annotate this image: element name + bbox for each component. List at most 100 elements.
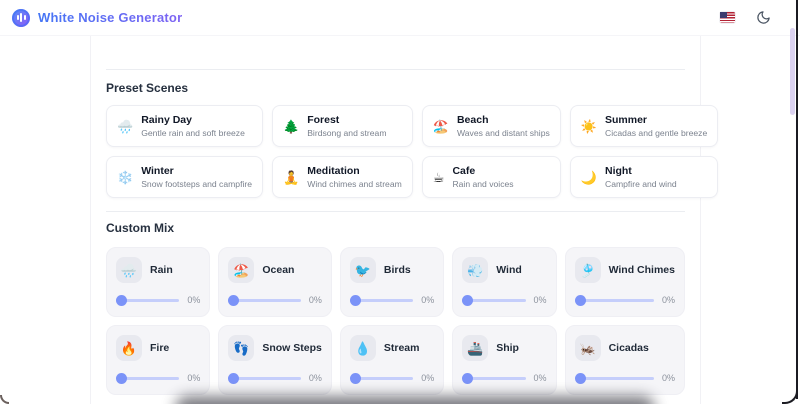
preset-name: Summer [605,113,707,127]
wind-volume-slider[interactable] [462,294,525,306]
sound-name: Wind [496,264,522,276]
preset-description: Snow footsteps and campfire [141,179,252,190]
preset-name: Meditation [307,164,402,178]
sound-name: Cicadas [609,342,649,354]
sound-name: Fire [150,342,169,354]
slider-thumb[interactable] [462,295,473,306]
preset-name: Winter [141,164,252,178]
custom-mix-title: Custom Mix [106,221,685,235]
preset-description: Gentle rain and soft breeze [141,128,245,139]
slider-track[interactable] [228,377,301,380]
slider-thumb[interactable] [116,295,127,306]
cicadas-volume-slider[interactable] [575,372,654,384]
volume-value: 0% [309,295,322,305]
preset-description: Cicadas and gentle breeze [605,128,707,139]
window-right-edge [796,0,798,399]
ocean-icon: 🏖️ [228,257,254,283]
sound-name: Stream [384,342,420,354]
sound-card-rain: 🌧️ Rain 0% [106,247,210,317]
sun-icon: ☀️ [581,120,597,133]
rain-cloud-icon: 🌧️ [117,120,133,133]
sound-name: Ocean [262,264,294,276]
sound-card-wind: 💨 Wind 0% [452,247,556,317]
preset-card-meditation[interactable]: 🧘 Meditation Wind chimes and stream [272,156,413,198]
preset-grid: 🌧️ Rainy Day Gentle rain and soft breeze… [106,105,685,198]
preset-card-summer[interactable]: ☀️ Summer Cicadas and gentle breeze [570,105,718,147]
preset-name: Night [605,164,677,178]
preset-card-winter[interactable]: ❄️ Winter Snow footsteps and campfire [106,156,263,198]
moon-icon [756,10,771,25]
volume-value: 0% [662,295,675,305]
preset-card-beach[interactable]: 🏖️ Beach Waves and distant ships [422,105,561,147]
sound-name: Wind Chimes [609,264,675,276]
preset-card-rainy-day[interactable]: 🌧️ Rainy Day Gentle rain and soft breeze [106,105,263,147]
app-logo-icon [12,9,30,27]
sound-card-ocean: 🏖️ Ocean 0% [218,247,332,317]
preset-scenes-section: Preset Scenes 🌧️ Rainy Day Gentle rain a… [106,69,685,198]
wind-icon: 💨 [462,257,488,283]
slider-thumb[interactable] [228,295,239,306]
sound-card-fire: 🔥 Fire 0% [106,325,210,395]
preset-name: Rainy Day [141,113,245,127]
preset-name: Cafe [452,164,513,178]
player-bar-shadow [175,396,655,404]
preset-description: Wind chimes and stream [307,179,402,190]
rain-volume-slider[interactable] [116,294,179,306]
sound-name: Ship [496,342,519,354]
sound-card-wind-chimes: 🎐 Wind Chimes 0% [565,247,685,317]
preset-card-forest[interactable]: 🌲 Forest Birdsong and stream [272,105,413,147]
window-corner-bottom-right [782,388,798,404]
snowflake-icon: ❄️ [117,171,133,184]
slider-thumb[interactable] [575,373,586,384]
slider-track[interactable] [575,299,654,302]
volume-value: 0% [534,373,547,383]
droplet-icon: 💧 [350,335,376,361]
preset-scenes-title: Preset Scenes [106,81,685,95]
volume-value: 0% [534,295,547,305]
sound-card-ship: 🚢 Ship 0% [452,325,556,395]
snow-steps-volume-slider[interactable] [228,372,301,384]
sound-card-cicadas: 🦗 Cicadas 0% [565,325,685,395]
ship-volume-slider[interactable] [462,372,525,384]
birds-volume-slider[interactable] [350,294,413,306]
preset-name: Beach [457,113,550,127]
sound-card-birds: 🐦 Birds 0% [340,247,444,317]
wind-chimes-volume-slider[interactable] [575,294,654,306]
ocean-volume-slider[interactable] [228,294,301,306]
slider-thumb[interactable] [462,373,473,384]
meditation-icon: 🧘 [283,171,299,184]
slider-track[interactable] [575,377,654,380]
bird-icon: 🐦 [350,257,376,283]
preset-card-night[interactable]: 🌙 Night Campfire and wind [570,156,718,198]
preset-description: Campfire and wind [605,179,677,190]
app-title: White Noise Generator [38,10,182,25]
theme-toggle-button[interactable] [754,9,772,27]
sound-card-snow-steps: 👣 Snow Steps 0% [218,325,332,395]
window-corner-bottom-left [0,395,9,404]
stream-volume-slider[interactable] [350,372,413,384]
fire-volume-slider[interactable] [116,372,179,384]
volume-value: 0% [309,373,322,383]
fire-icon: 🔥 [116,335,142,361]
footprints-icon: 👣 [228,335,254,361]
slider-thumb[interactable] [350,373,361,384]
preset-card-cafe[interactable]: ☕ Cafe Rain and voices [422,156,561,198]
beach-icon: 🏖️ [433,120,449,133]
language-flag-icon[interactable] [720,12,735,23]
sound-name: Birds [384,264,411,276]
scrollbar-thumb[interactable] [790,28,795,115]
custom-mix-section: Custom Mix 🌧️ Rain 0% 🏖️ Ocean [106,211,685,395]
slider-thumb[interactable] [228,373,239,384]
tree-icon: 🌲 [283,120,299,133]
preset-description: Waves and distant ships [457,128,550,139]
slider-thumb[interactable] [350,295,361,306]
slider-track[interactable] [228,299,301,302]
rain-icon: 🌧️ [116,257,142,283]
slider-thumb[interactable] [116,373,127,384]
sound-name: Rain [150,264,173,276]
volume-value: 0% [421,295,434,305]
volume-value: 0% [187,373,200,383]
slider-thumb[interactable] [575,295,586,306]
crescent-moon-icon: 🌙 [581,171,597,184]
volume-value: 0% [421,373,434,383]
